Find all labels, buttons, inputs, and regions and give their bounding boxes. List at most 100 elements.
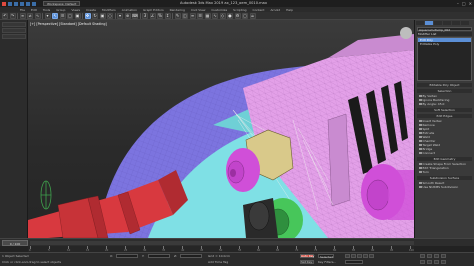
add-time-tag-button[interactable]: Add Time Tag bbox=[208, 260, 228, 264]
menu-item[interactable]: Views bbox=[71, 8, 80, 12]
schematic-view-icon[interactable]: ◇ bbox=[219, 12, 226, 19]
time-slider[interactable]: 0 / 100 bbox=[2, 240, 28, 246]
maximize-icon[interactable]: □ bbox=[462, 1, 466, 6]
save-file-icon[interactable] bbox=[20, 1, 24, 6]
curve-editor-icon[interactable]: ∿ bbox=[212, 12, 218, 19]
named-selection-icon[interactable]: ✎ bbox=[174, 12, 181, 19]
checkbox[interactable] bbox=[419, 102, 422, 106]
checkbox[interactable] bbox=[419, 131, 422, 135]
rollout-header[interactable]: Selection bbox=[417, 89, 472, 93]
menu-item[interactable]: Tools bbox=[43, 8, 50, 12]
left-panel-button[interactable] bbox=[2, 28, 26, 33]
next-frame-icon[interactable] bbox=[363, 254, 368, 258]
checkbox[interactable] bbox=[419, 139, 422, 143]
menu-item[interactable]: Help bbox=[286, 8, 293, 12]
menu-item[interactable]: File bbox=[20, 8, 25, 12]
selected-dropdown[interactable]: Selected bbox=[318, 254, 334, 259]
perspective-viewport[interactable]: [+] [Perspective] [Standard] [Default Sh… bbox=[28, 20, 414, 238]
new-scene-icon[interactable] bbox=[8, 1, 12, 6]
bind-spacewarp-icon[interactable]: ∿ bbox=[34, 12, 41, 19]
checkbox[interactable] bbox=[419, 135, 422, 139]
x-coord-field[interactable] bbox=[116, 254, 138, 258]
undo-tool-icon[interactable]: ↶ bbox=[2, 12, 8, 19]
checkbox[interactable] bbox=[419, 143, 422, 147]
layer-explorer-icon[interactable]: ☰ bbox=[197, 12, 203, 19]
rollout-header[interactable]: Editable Poly Object bbox=[417, 83, 472, 87]
rollout-header[interactable]: Edit Edges bbox=[417, 114, 472, 118]
place-icon[interactable]: ○ bbox=[107, 12, 113, 19]
menu-item[interactable]: Modifiers bbox=[102, 8, 116, 12]
rollout-header[interactable]: Soft Selection bbox=[417, 108, 472, 112]
maximize-viewport-icon[interactable] bbox=[441, 260, 446, 264]
select-scale-icon[interactable]: ▣ bbox=[99, 12, 106, 19]
goto-start-icon[interactable] bbox=[345, 254, 350, 258]
render-icon[interactable]: ☕ bbox=[249, 12, 256, 19]
prev-frame-icon[interactable] bbox=[351, 254, 356, 258]
pivot-center-icon[interactable]: ⊕ bbox=[124, 12, 131, 19]
menu-item[interactable]: Customize bbox=[211, 8, 227, 12]
tab-hierarchy[interactable] bbox=[434, 21, 442, 25]
workspace-dropdown[interactable]: Workspace: Default bbox=[43, 1, 81, 6]
menu-item[interactable]: Scripting bbox=[233, 8, 246, 12]
redo-tool-icon[interactable]: ↷ bbox=[9, 12, 16, 19]
checkbox[interactable] bbox=[419, 94, 422, 98]
checkbox[interactable] bbox=[419, 185, 422, 189]
viewcube-icon[interactable] bbox=[400, 27, 412, 39]
menu-item[interactable]: Civil View bbox=[191, 8, 205, 12]
menu-item[interactable]: Rendering bbox=[170, 8, 185, 12]
tab-create[interactable] bbox=[416, 21, 424, 25]
checkbox[interactable] bbox=[419, 162, 422, 166]
snaps-toggle-icon[interactable]: 3 bbox=[142, 12, 148, 19]
menu-item[interactable]: Animation bbox=[122, 8, 137, 12]
zoom-extents-icon[interactable] bbox=[434, 254, 439, 258]
goto-end-icon[interactable] bbox=[369, 254, 374, 258]
menu-item[interactable]: Content bbox=[253, 8, 265, 12]
close-icon[interactable]: ✕ bbox=[469, 1, 472, 6]
stack-item[interactable]: Editable Poly bbox=[418, 42, 471, 46]
checkbox[interactable] bbox=[419, 181, 422, 185]
menu-item[interactable]: Edit bbox=[31, 8, 37, 12]
angle-snap-icon[interactable]: ∠ bbox=[149, 12, 156, 19]
zoom-icon[interactable] bbox=[420, 254, 425, 258]
checkbox[interactable] bbox=[419, 166, 422, 170]
time-slider-track[interactable] bbox=[30, 241, 414, 245]
pan-view-icon[interactable] bbox=[427, 260, 432, 264]
toggle-ribbon-icon[interactable]: ▦ bbox=[204, 12, 211, 19]
modifier-list-dropdown[interactable]: Modifier List bbox=[417, 32, 472, 36]
z-coord-field[interactable] bbox=[180, 254, 202, 258]
tab-display[interactable] bbox=[452, 21, 460, 25]
checkbox[interactable] bbox=[419, 127, 422, 131]
select-by-name-icon[interactable]: ☰ bbox=[59, 12, 66, 19]
viewport-label[interactable]: [+] [Perspective] [Standard] [Default Sh… bbox=[30, 22, 107, 26]
zoom-extents-all-icon[interactable] bbox=[441, 254, 446, 258]
selection-filter-icon[interactable]: ▾ bbox=[44, 12, 51, 19]
keyboard-shortcut-icon[interactable]: ⌨ bbox=[132, 12, 138, 19]
redo-icon[interactable] bbox=[32, 1, 36, 6]
play-icon[interactable] bbox=[357, 254, 362, 258]
ref-coord-icon[interactable]: ▾ bbox=[117, 12, 123, 19]
rollout-option[interactable]: Use NURMS Subdivision bbox=[417, 185, 472, 189]
rollout-header[interactable]: Subdivision Surface bbox=[417, 176, 472, 180]
unlink-icon[interactable]: ≠ bbox=[27, 12, 33, 19]
rollout-header[interactable]: Edit Geometry bbox=[417, 157, 472, 161]
field-of-view-icon[interactable] bbox=[420, 260, 425, 264]
menu-item[interactable]: Create bbox=[86, 8, 96, 12]
tab-motion[interactable] bbox=[443, 21, 451, 25]
y-coord-field[interactable] bbox=[148, 254, 170, 258]
rect-selection-icon[interactable]: □ bbox=[67, 12, 73, 19]
spinner-snap-icon[interactable]: ↕ bbox=[164, 12, 171, 19]
checkbox[interactable] bbox=[419, 147, 422, 151]
checkbox[interactable] bbox=[419, 98, 422, 102]
rendered-frame-icon[interactable]: ▢ bbox=[242, 12, 248, 19]
select-move-icon[interactable]: ✥ bbox=[84, 12, 91, 19]
menu-item[interactable]: Graph Editors bbox=[143, 8, 164, 12]
tab-modify[interactable] bbox=[425, 21, 433, 25]
left-panel-button[interactable] bbox=[2, 22, 26, 27]
menu-item[interactable]: Arnold bbox=[270, 8, 280, 12]
minimize-icon[interactable]: – bbox=[457, 1, 459, 6]
checkbox[interactable] bbox=[419, 170, 422, 174]
select-rotate-icon[interactable]: ↻ bbox=[92, 12, 98, 19]
rollout-option[interactable]: Turn bbox=[417, 170, 472, 174]
checkbox[interactable] bbox=[419, 151, 422, 155]
checkbox[interactable] bbox=[419, 123, 422, 127]
